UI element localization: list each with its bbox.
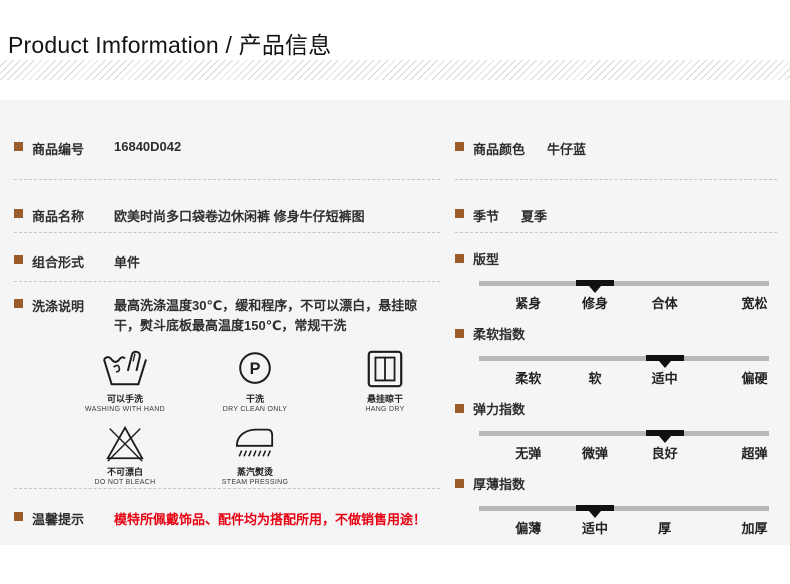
content-panel: 商品编号 16840D042 商品名称 欧美时尚多口袋卷边休闲裤 修身牛仔短裤图… [0,100,790,545]
slider-section-elasticity: 弹力指数 无弹 微弹 良好 超弹 [455,399,777,461]
slider-title: 柔软指数 [473,326,526,342]
row-value: 欧美时尚多口袋卷边休闲裤 修身牛仔短裤图 [114,209,365,224]
washing-instructions-row: 洗涤说明 最高洗涤温度30℃，缓和程序，不可以漂白，悬挂晾干，熨斗底板最高温度1… [14,282,440,489]
row-value: 单件 [114,255,141,270]
row-label: 温馨提示 [32,512,85,527]
slider-option: 超弹 [741,446,768,461]
bullet-icon [14,209,23,218]
slider-option: 柔软 [515,371,542,386]
product-info-page: Product Imformation / 产品信息 商品编号 16840D04… [0,0,790,584]
row-value: 夏季 [521,209,548,224]
product-name-row: 商品名称 欧美时尚多口袋卷边休闲裤 修身牛仔短裤图 [14,180,440,233]
season-row: 季节 夏季 [455,180,777,233]
left-column: 商品编号 16840D042 商品名称 欧美时尚多口袋卷边休闲裤 修身牛仔短裤图… [14,100,440,528]
slider-track [479,355,769,368]
hatch-divider [0,60,790,80]
slider-option: 宽松 [741,296,768,311]
care-label-zh: 不可漂白 [106,467,143,477]
slider-title: 版型 [473,251,500,267]
slider-option: 偏薄 [515,521,542,536]
steam-press-icon [232,421,278,463]
bullet-icon [455,403,464,413]
bullet-icon [14,142,23,151]
slider-marker-triangle [589,511,601,518]
right-column: 商品颜色 牛仔蓝 季节 夏季 版型 紧身 修身 合体 宽松 柔软指数 柔软 软 … [455,100,777,536]
slider-title: 弹力指数 [473,401,526,417]
bullet-icon [455,478,464,488]
row-label: 商品颜色 [473,142,526,157]
care-label-en: DRY CLEAN ONLY [222,406,288,413]
bullet-icon [14,512,23,521]
dry-clean-icon: P [232,348,278,390]
row-label: 季节 [473,209,500,224]
slider-options: 柔软 软 适中 偏硬 [479,368,769,386]
bullet-icon [14,299,23,308]
row-value: 16840D042 [114,139,182,154]
care-label-zh: 蒸汽熨烫 [236,467,273,477]
care-label-en: DO NOT BLEACH [94,479,156,486]
slider-option: 偏硬 [741,371,768,386]
slider-title: 厚薄指数 [473,476,526,492]
slider-option: 修身 [581,296,609,311]
row-label: 洗涤说明 [32,299,85,314]
dry-clean-symbol: P [250,360,261,378]
slider-option: 软 [588,371,602,386]
no-bleach-icon [102,421,148,463]
hand-wash-icon [102,348,148,390]
care-label-zh: 可以手洗 [106,394,143,404]
care-item-dry-clean: P 干洗 DRY CLEAN ONLY [190,344,320,413]
bullet-icon [455,253,464,263]
warm-tips-row: 温馨提示 模特所佩戴饰品、配件均为搭配所用，不做销售用途！ [14,489,440,528]
slider-marker-triangle [658,436,671,443]
care-label-zh: 悬挂晾干 [366,394,403,404]
care-item-hang-dry: 悬挂晾干 HANG DRY [320,344,450,413]
slider-option: 加厚 [741,521,768,536]
slider-option: 厚 [658,521,672,536]
slider-track [479,430,769,443]
slider-section-softness: 柔软指数 柔软 软 适中 偏硬 [455,324,777,386]
product-color-row: 商品颜色 牛仔蓝 [455,100,777,180]
bullet-icon [455,328,464,338]
row-label: 商品名称 [32,209,85,224]
slider-option: 合体 [651,296,678,311]
care-label-en: HANG DRY [365,406,405,413]
slider-track [479,505,769,518]
slider-track [479,280,769,293]
slider-option: 适中 [581,521,609,536]
hang-dry-icon [362,348,408,390]
care-icons-grid: 可以手洗 WASHING WITH HAND P 干洗 DRY CLEAN ON… [60,344,440,486]
care-item-hand-wash: 可以手洗 WASHING WITH HAND [60,344,190,413]
slider-marker-triangle [658,361,671,368]
slider-option: 紧身 [515,296,542,311]
slider-options: 无弹 微弹 良好 超弹 [479,443,769,461]
row-label: 组合形式 [32,255,85,270]
slider-section-thickness: 厚薄指数 偏薄 适中 厚 加厚 [455,474,777,536]
product-number-row: 商品编号 16840D042 [14,100,440,180]
page-title: Product Imformation / 产品信息 [8,32,332,58]
slider-option: 适中 [651,371,678,386]
slider-options: 偏薄 适中 厚 加厚 [479,518,769,536]
tips-text: 模特所佩戴饰品、配件均为搭配所用，不做销售用途！ [114,512,427,527]
care-item-steam-press: 蒸汽熨烫 STEAM PRESSING [190,417,320,486]
care-label-en: WASHING WITH HAND [85,406,165,413]
slider-marker-triangle [589,286,601,293]
slider-options: 紧身 修身 合体 宽松 [479,293,769,311]
washing-instructions-text: 最高洗涤温度30℃，缓和程序，不可以漂白，悬挂晾干，熨斗底板最高温度150℃，常… [114,298,418,333]
care-item-no-bleach: 不可漂白 DO NOT BLEACH [60,417,190,486]
bullet-icon [455,142,464,151]
row-label: 商品编号 [32,142,85,157]
care-label-zh: 干洗 [245,394,264,404]
slider-section-fit: 版型 紧身 修身 合体 宽松 [455,249,777,311]
care-label-en: STEAM PRESSING [221,479,289,486]
bullet-icon [14,255,23,264]
slider-option: 良好 [651,446,678,461]
slider-option: 无弹 [515,446,542,461]
combination-row: 组合形式 单件 [14,233,440,282]
bullet-icon [455,209,464,218]
slider-option: 微弹 [581,446,609,461]
row-value: 牛仔蓝 [547,142,587,157]
